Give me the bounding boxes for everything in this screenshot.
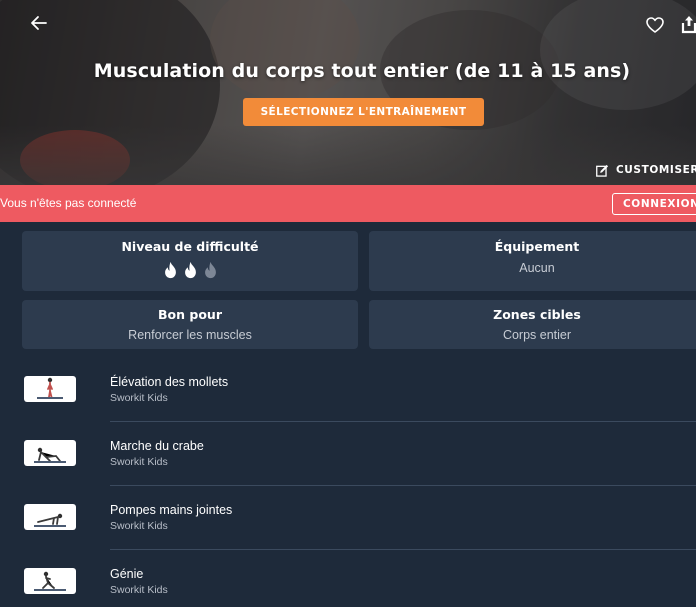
flame-icon [184,261,196,279]
exercise-source: Sworkit Kids [110,520,168,532]
difficulty-title: Niveau de difficulté [121,239,259,254]
exercise-name: Génie [110,567,144,581]
crab-walk-figure-icon [34,447,66,463]
exercise-row[interactable]: Pompes mains jointes Sworkit Kids [0,485,696,550]
back-button[interactable] [28,12,50,34]
login-alert-bar: Vous n'êtes pas connecté CONNEXION [0,185,696,222]
hero-banner: Musculation du corps tout entier (de 11 … [0,0,696,185]
exercise-row[interactable]: Marche du crabe Sworkit Kids [0,421,696,486]
edit-icon [596,164,609,177]
difficulty-rating [22,261,358,279]
exercise-source: Sworkit Kids [110,584,168,596]
exercise-thumbnail [24,568,76,594]
target-zones-card: Zones cibles Corps entier [369,300,696,349]
workout-title: Musculation du corps tout entier (de 11 … [93,60,631,82]
heart-icon [646,17,664,33]
good-for-card: Bon pour Renforcer les muscles [22,300,358,349]
exercise-name: Marche du crabe [110,439,204,453]
login-button[interactable]: CONNEXION [612,193,696,215]
exercise-name: Élévation des mollets [110,375,229,389]
good-for-title: Bon pour [158,307,222,322]
equipment-title: Équipement [494,239,580,254]
share-button[interactable] [678,13,696,35]
difficulty-card: Niveau de difficulté [22,231,358,291]
favorite-button[interactable] [644,14,666,36]
good-for-value: Renforcer les muscles [128,328,252,342]
exercise-thumbnail [24,376,76,402]
equipment-card: Équipement Aucun [369,231,696,291]
flame-icon [164,261,176,279]
select-workout-button[interactable]: SÉLECTIONNEZ L'ENTRAÎNEMENT [243,98,484,126]
exercise-thumbnail [24,440,76,466]
target-zones-value: Corps entier [502,328,572,342]
diamond-pushup-figure-icon [34,513,66,527]
exercise-thumbnail [24,504,76,530]
exercise-source: Sworkit Kids [110,456,168,468]
target-zones-title: Zones cibles [493,307,581,322]
exercise-source: Sworkit Kids [110,392,168,404]
not-connected-message: Vous n'êtes pas connecté [0,196,137,210]
calf-raise-figure-icon [37,377,63,399]
flame-icon [204,261,216,279]
customise-button[interactable]: CUSTOMISER [596,162,696,178]
customise-label: CUSTOMISER [616,164,696,176]
exercise-row[interactable]: Élévation des mollets Sworkit Kids [0,357,696,422]
equipment-value: Aucun [519,261,555,275]
share-icon [681,16,696,34]
genie-figure-icon [34,571,66,591]
hero-overlay [0,0,696,185]
exercise-name: Pompes mains jointes [110,503,233,517]
arrow-left-icon [31,16,47,30]
exercise-row[interactable]: Génie Sworkit Kids [0,549,696,607]
